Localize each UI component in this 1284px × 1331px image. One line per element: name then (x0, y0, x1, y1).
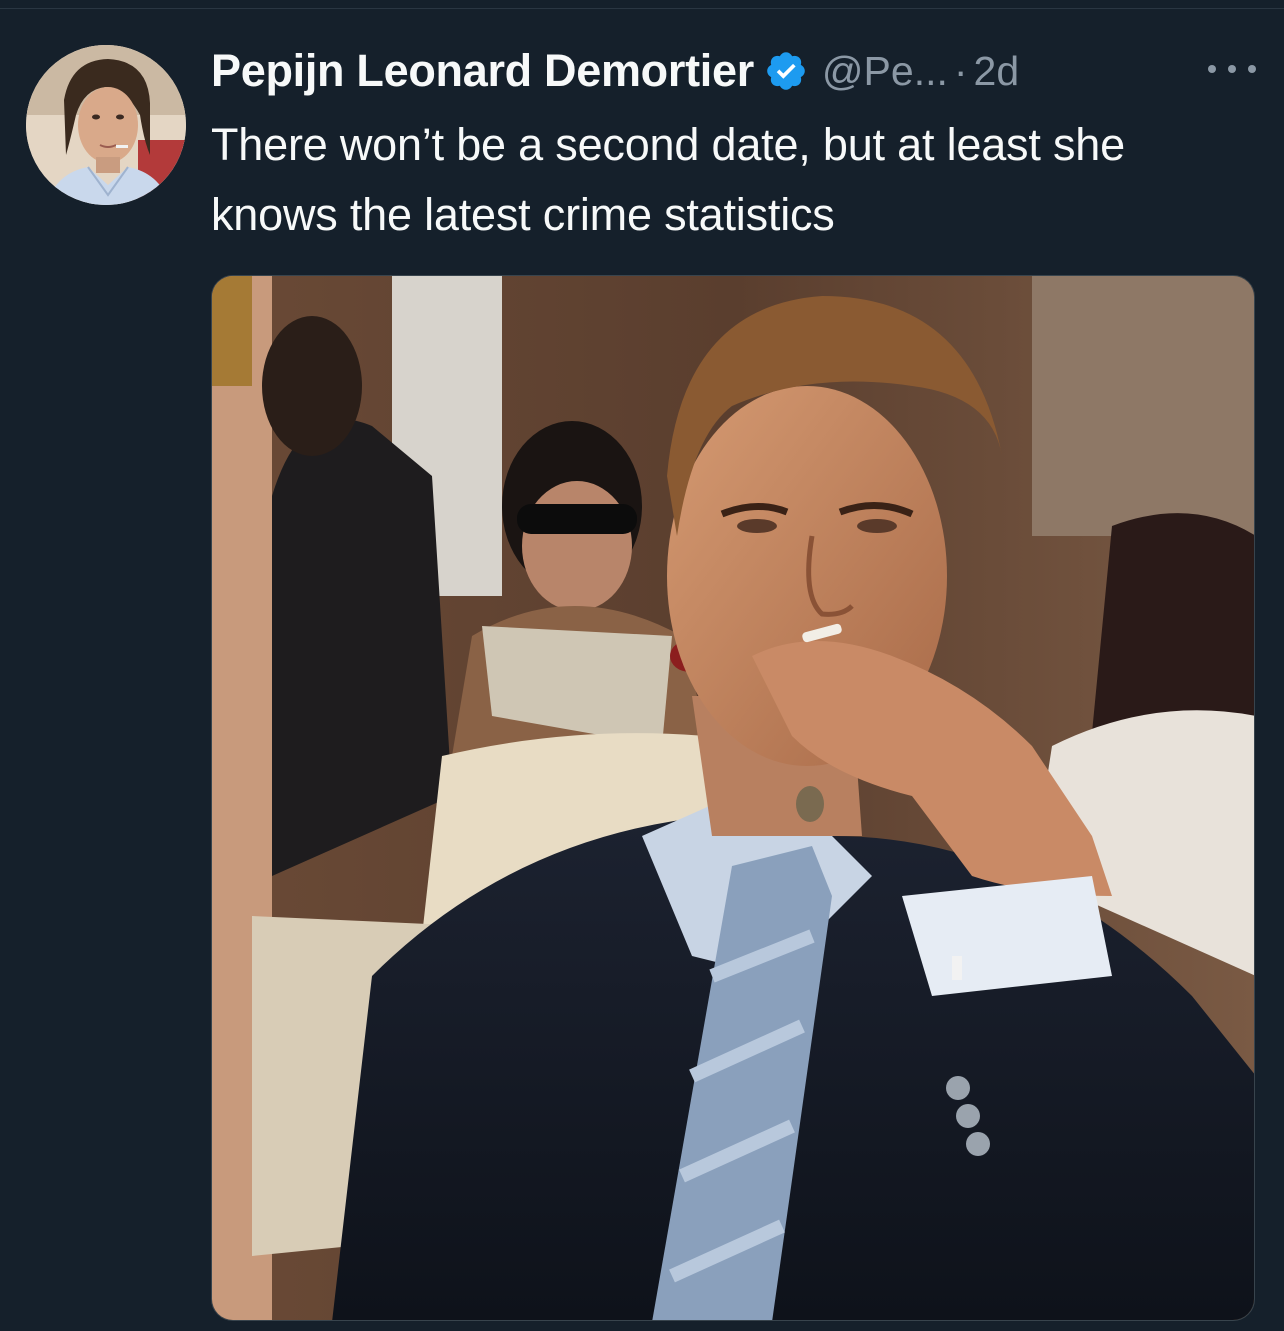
tweet-timestamp[interactable]: 2d (974, 48, 1020, 95)
author-display-name[interactable]: Pepijn Leonard Demortier (211, 45, 754, 97)
tweet-header: Pepijn Leonard Demortier @Pe... · 2d (211, 40, 1019, 102)
photo-image (212, 276, 1254, 1320)
more-options-button[interactable] (1208, 54, 1256, 84)
header-separator: · (953, 47, 968, 94)
ellipsis-icon (1248, 65, 1256, 73)
ellipsis-icon (1228, 65, 1236, 73)
verified-badge-icon[interactable] (764, 49, 808, 93)
tweet-text: There won’t be a second date, but at lea… (211, 119, 1125, 240)
author-handle[interactable]: @Pe... (822, 48, 948, 95)
ellipsis-icon (1208, 65, 1216, 73)
tweet[interactable]: Pepijn Leonard Demortier @Pe... · 2d The… (0, 0, 1284, 1331)
tweet-media-photo[interactable] (211, 275, 1255, 1321)
avatar-photo (26, 45, 186, 205)
author-avatar[interactable] (26, 45, 186, 205)
